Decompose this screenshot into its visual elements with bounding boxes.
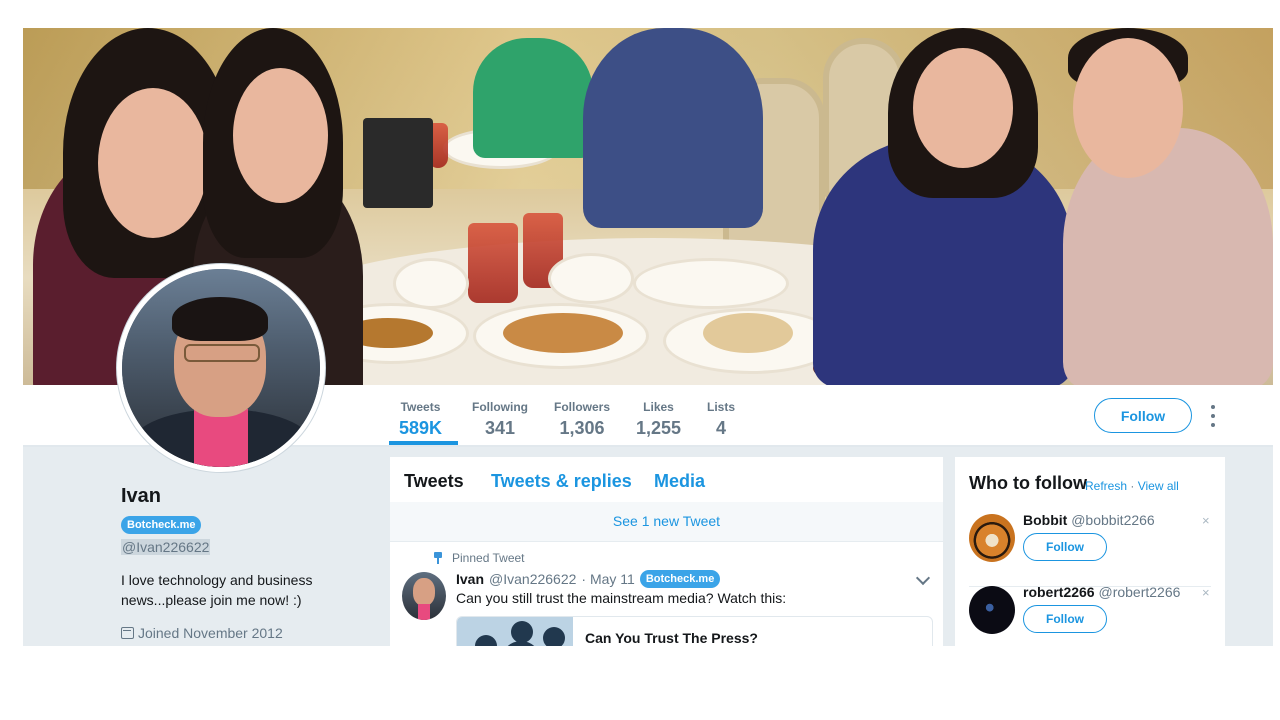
suggestion-avatar[interactable] <box>969 514 1015 562</box>
badge-label: Botcheck.me <box>121 516 202 534</box>
follow-button[interactable]: Follow <box>1094 398 1192 433</box>
profile-avatar[interactable] <box>117 264 325 472</box>
suggestion-handle: @robert2266 <box>1098 584 1181 600</box>
tweet-link-card[interactable]: Can You Trust The Press? <box>456 616 933 646</box>
who-to-follow-title: Who to follow <box>969 473 1087 493</box>
dismiss-icon[interactable]: × <box>1202 513 1210 528</box>
joined-date: Joined November 2012 <box>121 625 283 641</box>
stat-value: 589K <box>399 418 443 438</box>
stat-tweets[interactable]: Tweets 589K <box>399 400 442 439</box>
botcheck-badge[interactable]: Botcheck.me <box>121 515 202 534</box>
card-title: Can You Trust The Press? <box>585 630 758 646</box>
stat-likes[interactable]: Likes 1,255 <box>636 400 681 439</box>
pin-icon <box>434 552 442 564</box>
stat-label: Likes <box>643 400 674 414</box>
link-separator: · <box>1130 479 1135 493</box>
stat-label: Tweets <box>400 400 441 414</box>
tweet-text: Can you still trust the mainstream media… <box>456 590 787 606</box>
tab-tweets-replies[interactable]: Tweets & replies <box>491 471 632 492</box>
tweet-header: Ivan @Ivan226622 · May 11 Botcheck.me <box>456 570 721 588</box>
suggestion-follow-button[interactable]: Follow <box>1023 533 1107 561</box>
view-all-link[interactable]: View all <box>1138 479 1179 493</box>
suggestion-name-line[interactable]: robert2266 @robert2266 <box>1023 584 1180 600</box>
stat-label: Lists <box>707 400 736 414</box>
timeline-tabs: Tweets Tweets & replies Media <box>390 457 943 503</box>
suggestion-item: robert2266 @robert2266 Follow × <box>969 584 1211 646</box>
tweet-author-handle[interactable]: @Ivan226622 <box>489 571 576 587</box>
timeline: Tweets Tweets & replies Media See 1 new … <box>390 457 943 646</box>
new-tweet-bar[interactable]: See 1 new Tweet <box>390 502 943 542</box>
chevron-down-icon[interactable] <box>915 570 931 586</box>
suggestion-name: robert2266 <box>1023 584 1095 600</box>
stat-followers[interactable]: Followers 1,306 <box>554 400 610 439</box>
profile-bio: I love technology and business news...pl… <box>121 572 313 608</box>
tweet-avatar[interactable] <box>402 572 446 620</box>
suggestion-name: Bobbit <box>1023 512 1068 528</box>
pinned-tweet-label: Pinned Tweet <box>434 551 525 565</box>
who-to-follow-links: Refresh · View all <box>1085 479 1179 493</box>
stat-value: 1,306 <box>559 418 605 438</box>
tab-tweets[interactable]: Tweets <box>404 471 464 492</box>
stat-following[interactable]: Following 341 <box>472 400 528 439</box>
more-options-icon[interactable] <box>1206 405 1220 427</box>
pinned-text: Pinned Tweet <box>452 551 525 565</box>
dismiss-icon[interactable]: × <box>1202 585 1210 600</box>
tab-media[interactable]: Media <box>654 471 705 492</box>
suggestion-item: Bobbit @bobbit2266 Follow × <box>969 512 1211 587</box>
tweet-author-name[interactable]: Ivan <box>456 571 484 587</box>
stat-label: Following <box>472 400 528 414</box>
calendar-icon <box>121 627 134 639</box>
stat-value: 341 <box>484 418 516 438</box>
stat-label: Followers <box>554 400 611 414</box>
suggestion-handle: @bobbit2266 <box>1071 512 1155 528</box>
stat-value: 1,255 <box>636 418 682 438</box>
stat-lists[interactable]: Lists 4 <box>707 400 735 439</box>
tweet-botcheck-badge[interactable]: Botcheck.me <box>639 570 721 588</box>
refresh-link[interactable]: Refresh <box>1085 479 1127 493</box>
profile-name[interactable]: Ivan <box>121 485 161 508</box>
suggestion-follow-button[interactable]: Follow <box>1023 605 1107 633</box>
card-thumbnail <box>457 617 573 646</box>
active-stat-underline <box>389 441 458 445</box>
joined-text: Joined November 2012 <box>138 625 283 641</box>
suggestion-name-line[interactable]: Bobbit @bobbit2266 <box>1023 512 1155 528</box>
who-to-follow-panel: Who to follow Refresh · View all Bobbit … <box>955 457 1225 646</box>
stat-value: 4 <box>716 418 727 438</box>
profile-handle[interactable]: @Ivan226622 <box>121 539 211 555</box>
tweet-date[interactable]: · May 11 <box>581 571 634 587</box>
suggestion-avatar[interactable] <box>969 586 1015 634</box>
